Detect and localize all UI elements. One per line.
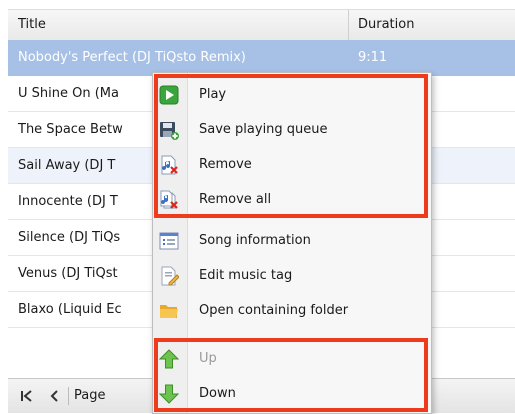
column-header-duration[interactable]: Duration	[358, 17, 414, 32]
first-page-icon[interactable]	[18, 387, 36, 405]
track-title: Blaxo (Liquid Ec	[18, 302, 122, 317]
track-title: U Shine On (Ma	[18, 86, 119, 101]
menu-item-song-information[interactable]: Song information	[153, 223, 431, 258]
menu-item-label: Song information	[199, 233, 311, 248]
track-title: Silence (DJ TiQs	[18, 230, 121, 245]
highlight-box-bottom	[154, 338, 428, 412]
grid-header: Title Duration	[8, 9, 515, 41]
track-title: Innocente (DJ T	[18, 194, 118, 209]
track-title: Sail Away (DJ T	[18, 158, 116, 173]
track-title: Venus (DJ TiQst	[18, 266, 118, 281]
column-separator[interactable]	[348, 10, 349, 40]
menu-item-open-containing-folder[interactable]: Open containing folder	[153, 293, 431, 328]
edit-tag-icon	[159, 266, 180, 286]
folder-icon	[159, 301, 179, 321]
track-title: Nobody's Perfect (DJ TiQsto Remix)	[18, 50, 246, 65]
page-label: Page	[74, 388, 106, 403]
menu-item-edit-music-tag[interactable]: Edit music tag	[153, 258, 431, 293]
table-row[interactable]: Nobody's Perfect (DJ TiQsto Remix) 9:11	[8, 40, 515, 76]
column-header-title[interactable]: Title	[18, 17, 46, 32]
info-list-icon	[159, 231, 179, 251]
menu-item-label: Edit music tag	[199, 268, 293, 283]
track-title: The Space Betw	[18, 122, 123, 137]
track-duration: 9:11	[358, 50, 388, 65]
pager-divider	[68, 387, 69, 405]
highlight-box-top	[154, 74, 428, 218]
menu-item-label: Open containing folder	[199, 303, 349, 318]
previous-page-icon[interactable]	[46, 387, 64, 405]
